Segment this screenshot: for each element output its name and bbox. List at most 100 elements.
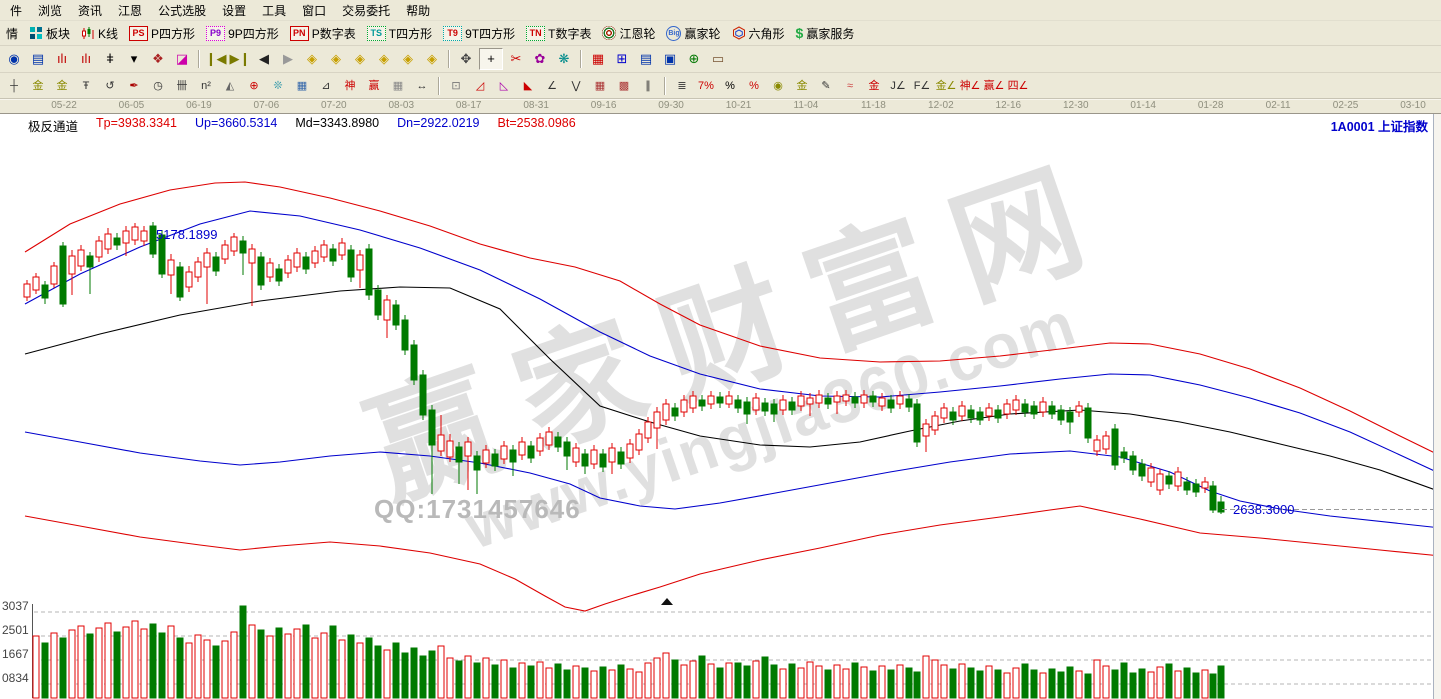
menu-item-9[interactable]: 帮助	[398, 2, 438, 19]
tool-button-spiral[interactable]: ↺	[99, 76, 121, 96]
toolbar-item-kline[interactable]: K线	[81, 25, 118, 42]
tool-button-price-scale[interactable]: ≣	[671, 76, 693, 96]
tool-button-diamond-plus[interactable]: ◈	[397, 49, 419, 69]
candle-body	[366, 249, 372, 295]
tool-button-prev[interactable]: ◀	[253, 49, 275, 69]
tool-button-arc-band[interactable]: ≈	[839, 76, 861, 96]
tool-button-angle-shen[interactable]: 神∠	[959, 76, 981, 96]
tool-button-percent-7[interactable]: 7%	[695, 76, 717, 96]
tool-button-save[interactable]: ▣	[659, 49, 681, 69]
tool-button-comb[interactable]: 卌	[171, 76, 193, 96]
tool-button-grid-numbers[interactable]: ▦	[387, 76, 409, 96]
tool-button-diamond-right[interactable]: ◈	[325, 49, 347, 69]
toolbar-item-winner-service[interactable]: $赢家服务	[796, 25, 855, 42]
tool-button-angle-ying[interactable]: 赢∠	[983, 76, 1005, 96]
tool-button-pen[interactable]: ✒	[123, 76, 145, 96]
tool-button-web-grid[interactable]: ▦	[291, 76, 313, 96]
tool-button-trend-angle[interactable]: ∠	[541, 76, 563, 96]
tool-button-v-wave[interactable]: ⋁	[565, 76, 587, 96]
tool-button-clover[interactable]: ✿	[529, 49, 551, 69]
vertical-scrollbar[interactable]	[1433, 114, 1441, 699]
tool-button-notepad[interactable]: ▤	[635, 49, 657, 69]
toolbar-item-t-square[interactable]: TST四方形	[367, 25, 432, 42]
tool-button-calculator[interactable]: ⊞	[611, 49, 633, 69]
tool-button-chart-3[interactable]: ılı	[51, 49, 73, 69]
candle-body	[51, 266, 57, 284]
candle-body	[213, 257, 219, 271]
tool-button-t-ruler[interactable]: Ŧ	[75, 76, 97, 96]
tool-button-parallel[interactable]: ∥	[637, 76, 659, 96]
tool-button-diamond-h[interactable]: ◈	[349, 49, 371, 69]
tool-button-gauge[interactable]: ◷	[147, 76, 169, 96]
tool-button-print[interactable]: ▭	[707, 49, 729, 69]
tool-button-calendar[interactable]: ▦	[587, 49, 609, 69]
tool-button-diamond-x[interactable]: ◈	[373, 49, 395, 69]
toolbar-item-plates[interactable]: 板块	[29, 25, 70, 42]
toolbar-item-t-number-table[interactable]: TNT数字表	[526, 25, 591, 42]
tool-button-fan-lines[interactable]: ◿	[469, 76, 491, 96]
tool-button-first[interactable]: ❙◀	[205, 49, 227, 69]
tool-button-tear-sheet[interactable]: ❖	[147, 49, 169, 69]
menu-item-3[interactable]: 江恩	[110, 2, 150, 19]
tool-button-web[interactable]: ❋	[553, 49, 575, 69]
toolbar-item-winner-wheel[interactable]: Big赢家轮	[666, 25, 720, 42]
tool-button-k-angle[interactable]: ⊿	[315, 76, 337, 96]
tool-button-hand[interactable]: ✥	[455, 49, 477, 69]
menu-item-4[interactable]: 公式选股	[150, 2, 214, 19]
tool-button-next[interactable]: ▶	[277, 49, 299, 69]
tool-button-h-range[interactable]: ↔	[411, 76, 433, 96]
tool-button-box-tool[interactable]: ⊡	[445, 76, 467, 96]
candle-body	[950, 412, 956, 420]
tool-button-ying-tool[interactable]: 赢	[363, 76, 385, 96]
tool-button-find[interactable]: ◉	[3, 49, 25, 69]
tool-button-diamond-all[interactable]: ◈	[421, 49, 443, 69]
toolbar-item-gann-wheel[interactable]: 江恩轮	[602, 25, 655, 42]
menu-item-7[interactable]: 窗口	[294, 2, 334, 19]
toolbar-item-9t-square[interactable]: T99T四方形	[443, 25, 515, 42]
tool-button-crosshair[interactable]: +	[479, 48, 503, 70]
tool-button-gold-ruler-2[interactable]: 金	[51, 76, 73, 96]
toolbar-item-hexagon[interactable]: 六角形	[732, 25, 785, 42]
tool-button-diamond-left[interactable]: ◈	[301, 49, 323, 69]
tool-button-color-chart[interactable]: ◪	[171, 49, 193, 69]
tool-button-angle-f[interactable]: F∠	[911, 76, 933, 96]
tool-button-shen-tool[interactable]: 神	[339, 76, 361, 96]
tool-button-brush[interactable]: ✎	[815, 76, 837, 96]
tool-button-cross-tool[interactable]: ┼	[3, 76, 25, 96]
tool-button-gold-lines[interactable]: 金	[791, 76, 813, 96]
menu-item-6[interactable]: 工具	[254, 2, 294, 19]
tool-button-web-star[interactable]: ❊	[267, 76, 289, 96]
menu-item-2[interactable]: 资讯	[70, 2, 110, 19]
chart-canvas[interactable]: 30372501166708345178.18992638.3000	[0, 114, 1441, 699]
tool-button-compass[interactable]: ⊕	[243, 76, 265, 96]
tool-button-mirror[interactable]: ◭	[219, 76, 241, 96]
toolbar-item-p-number-table[interactable]: PNP数字表	[290, 25, 356, 42]
tool-button-gold-ruler-1[interactable]: 金	[27, 76, 49, 96]
tool-button-gold-box[interactable]: 金	[863, 76, 885, 96]
menu-item-0[interactable]: 件	[2, 2, 30, 19]
tool-button-n-squared[interactable]: n²	[195, 76, 217, 96]
tool-button-candle-tool[interactable]: ǂ	[99, 49, 121, 69]
tool-button-browser[interactable]: ⊕	[683, 49, 705, 69]
tool-button-angle-gold[interactable]: 金∠	[935, 76, 957, 96]
toolbar-partial-label[interactable]: 情	[6, 25, 18, 42]
tool-button-chart-9[interactable]: ılı	[75, 49, 97, 69]
tool-button-fan-box[interactable]: ◺	[493, 76, 515, 96]
menu-item-1[interactable]: 浏览	[30, 2, 70, 19]
tool-button-percent[interactable]: %	[719, 76, 741, 96]
tool-button-last[interactable]: ▶❙	[229, 49, 251, 69]
tool-button-grid-red-2[interactable]: ▩	[613, 76, 635, 96]
tool-button-angle-si[interactable]: 四∠	[1007, 76, 1029, 96]
toolbar-item-9p-square[interactable]: P99P四方形	[206, 25, 279, 42]
tool-button-grid-red-1[interactable]: ▦	[589, 76, 611, 96]
tool-button-dropdown[interactable]: ▾	[123, 49, 145, 69]
menu-item-5[interactable]: 设置	[214, 2, 254, 19]
menu-item-8[interactable]: 交易委托	[334, 2, 398, 19]
toolbar-item-p-square[interactable]: PSP四方形	[129, 25, 195, 42]
tool-button-quote-board[interactable]: ▤	[27, 49, 49, 69]
tool-button-percent-lines[interactable]: %	[743, 76, 765, 96]
tool-button-gold-circle[interactable]: ◉	[767, 76, 789, 96]
tool-button-measure[interactable]: ✂	[505, 49, 527, 69]
tool-button-fan-fill[interactable]: ◣	[517, 76, 539, 96]
tool-button-angle-j[interactable]: J∠	[887, 76, 909, 96]
